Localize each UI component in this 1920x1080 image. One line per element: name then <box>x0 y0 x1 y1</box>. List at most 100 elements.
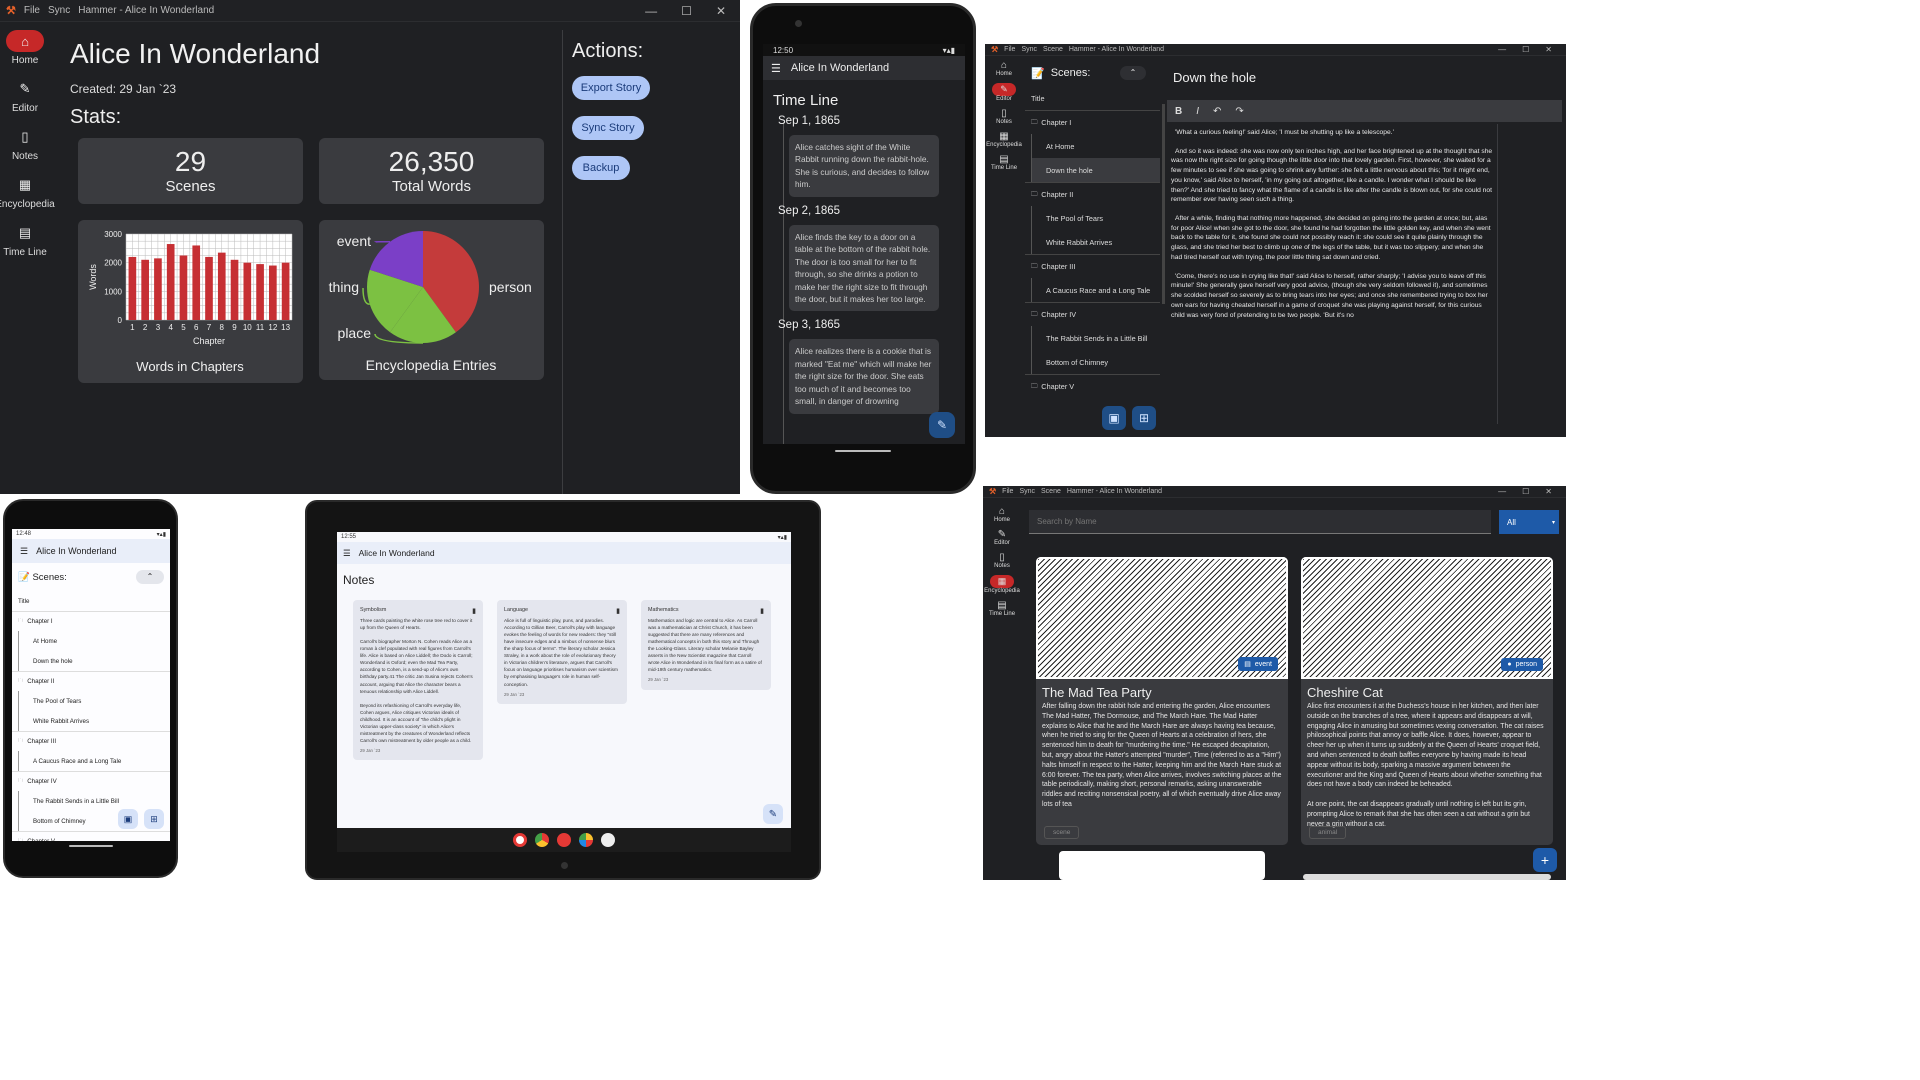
collapse-icon[interactable]: ⌃ <box>1120 66 1146 80</box>
minimize-button[interactable]: — <box>1498 45 1506 54</box>
scene-tree-item[interactable]: 🗀 Chapter III <box>1025 254 1160 278</box>
menu-file[interactable]: File <box>1004 46 1015 53</box>
scene-tree-item[interactable]: White Rabbit Arrives <box>18 711 170 731</box>
add-folder-button[interactable]: ▣ <box>118 809 138 829</box>
note-card[interactable]: Symbolism ▮ Three cards painting the white… <box>353 600 483 761</box>
youtube-icon[interactable] <box>557 833 571 847</box>
nav-home[interactable]: ⌂ Home <box>6 30 44 66</box>
minimize-button[interactable]: — <box>1498 487 1506 496</box>
nav-editor[interactable]: ✎ Editor <box>994 529 1010 546</box>
photos-icon[interactable] <box>579 833 593 847</box>
scene-tree-item[interactable]: Title <box>1025 86 1160 110</box>
scene-tree-item[interactable]: Bottom of Chimney <box>1031 350 1160 374</box>
scene-tree-item[interactable]: The Rabbit Sends in a Little Bill <box>1031 326 1160 350</box>
bold-button[interactable]: B <box>1175 106 1182 117</box>
scene-tree-item[interactable]: A Caucus Race and a Long Tale <box>1031 278 1160 302</box>
nav-notes[interactable]: ▯ Notes <box>6 126 44 162</box>
close-button[interactable]: ✕ <box>716 4 726 18</box>
menu-file[interactable]: File <box>24 5 40 16</box>
scene-tree-item[interactable]: 🗀 Chapter II <box>1025 182 1160 206</box>
encyclopedia-card[interactable]: ▤ event The Mad Tea Party After falling dow… <box>1036 557 1288 845</box>
scene-tree-item[interactable]: 🗀Chapter V <box>1025 374 1160 398</box>
event-card[interactable]: Alice finds the key to a door on a table… <box>789 224 939 312</box>
maximize-button[interactable]: ☐ <box>1522 487 1529 496</box>
nav-timeline[interactable]: ▤ Time Line <box>3 222 47 258</box>
undo-button[interactable]: ↶ <box>1213 106 1221 117</box>
edit-fab[interactable]: ✎ <box>763 804 783 824</box>
maximize-button[interactable]: ☐ <box>681 4 692 18</box>
scene-tree-item[interactable]: At Home <box>18 631 170 651</box>
menu-sync[interactable]: Sync <box>1019 488 1035 495</box>
scene-tree-item[interactable]: The Rabbit Sends in a Little Bill <box>18 791 170 811</box>
trash-icon[interactable]: ▮ <box>760 607 764 618</box>
maximize-button[interactable]: ☐ <box>1522 45 1529 54</box>
menu-icon[interactable]: ☰ <box>20 546 28 557</box>
scene-text-editor[interactable]: 'What a curious feeling!' said Alice; 'I… <box>1171 128 1493 431</box>
scene-tree-item[interactable]: 🗀 Chapter II <box>12 671 170 691</box>
nav-notes[interactable]: ▯ Notes <box>994 552 1010 569</box>
scene-tree-item[interactable]: 🗀 Chapter I <box>1025 110 1160 134</box>
event-card[interactable]: Alice realizes there is a cookie that is… <box>789 339 939 414</box>
menu-icon[interactable]: ☰ <box>343 548 351 559</box>
nav-home[interactable]: ⌂ Home <box>996 60 1012 77</box>
menu-icon[interactable]: ☰ <box>771 62 781 75</box>
menu-scene[interactable]: Scene <box>1043 46 1063 53</box>
nav-encyclopedia[interactable]: ▦ Encyclopedia <box>0 174 55 210</box>
minimize-button[interactable]: — <box>645 4 657 18</box>
tablet-home-button[interactable] <box>561 862 568 869</box>
scene-tree-item[interactable]: 🗀 Chapter III <box>12 731 170 751</box>
nav-editor[interactable]: ✎ Editor <box>992 83 1016 102</box>
search-input[interactable] <box>1029 510 1491 534</box>
redo-button[interactable]: ↷ <box>1235 106 1243 117</box>
trash-icon[interactable]: ▮ <box>472 607 476 618</box>
nav-timeline[interactable]: ▤ Time Line <box>991 154 1017 171</box>
sync-story-button[interactable]: Sync Story <box>572 116 644 140</box>
nav-notes[interactable]: ▯ Notes <box>996 108 1012 125</box>
scene-tree-item[interactable]: White Rabbit Arrives <box>1031 230 1160 254</box>
scene-tree-item[interactable]: 🗀 Chapter IV <box>12 771 170 791</box>
nav-encyclopedia[interactable]: ▦ Encyclopedia <box>986 131 1022 148</box>
menu-scene[interactable]: Scene <box>1041 488 1061 495</box>
close-button[interactable]: ✕ <box>1545 45 1552 54</box>
encyclopedia-card[interactable]: ● person Cheshire Cat Alice first encounter… <box>1301 557 1553 845</box>
collapse-icon[interactable]: ⌃ <box>136 570 164 584</box>
entry-tag[interactable]: scene <box>1044 826 1080 839</box>
nav-home[interactable]: ⌂ Home <box>994 506 1010 523</box>
event-card[interactable]: Alice catches sight of the White Rabbit … <box>789 135 939 197</box>
scene-tree-item[interactable]: At Home <box>1031 134 1160 158</box>
note-card[interactable]: Mathematics ▮ Mathematics and logic are ce… <box>641 600 771 690</box>
gmail-icon[interactable] <box>513 833 527 847</box>
export-story-button[interactable]: Export Story <box>572 76 650 100</box>
note-card[interactable]: Language ▮ Alice is full of linguistic pla… <box>497 600 627 705</box>
entry-tag[interactable]: animal <box>1309 826 1347 839</box>
nav-encyclopedia[interactable]: ▦ Encyclopedia <box>984 575 1020 594</box>
close-button[interactable]: ✕ <box>1545 487 1552 496</box>
nav-timeline[interactable]: ▤ Time Line <box>989 600 1015 617</box>
add-folder-button[interactable]: ▣ <box>1102 406 1126 430</box>
edit-fab[interactable]: ✎ <box>929 412 955 438</box>
editor-scrollbar[interactable] <box>1497 124 1498 424</box>
menu-sync[interactable]: Sync <box>48 5 70 16</box>
scene-tree-item[interactable]: 🗀 Chapter IV <box>1025 302 1160 326</box>
add-entry-button[interactable]: + <box>1533 848 1557 872</box>
nav-editor[interactable]: ✎ Editor <box>6 78 44 114</box>
scene-tree-item[interactable]: Title <box>12 591 170 611</box>
add-scene-button[interactable]: ⊞ <box>1132 406 1156 430</box>
app-drawer-icon[interactable] <box>601 833 615 847</box>
scene-tree-item[interactable]: Down the hole <box>18 651 170 671</box>
menu-file[interactable]: File <box>1002 488 1013 495</box>
scene-tree-item[interactable]: A Caucus Race and a Long Tale <box>18 751 170 771</box>
chrome-icon[interactable] <box>535 833 549 847</box>
scene-tree-item[interactable]: 🗀Chapter V <box>12 831 170 841</box>
filter-select[interactable]: All ▾ <box>1499 510 1559 534</box>
scene-tree-item[interactable]: Down the hole <box>1031 158 1160 182</box>
italic-button[interactable]: I <box>1196 106 1199 117</box>
trash-icon[interactable]: ▮ <box>616 607 620 618</box>
add-scene-button[interactable]: ⊞ <box>144 809 164 829</box>
scene-tree-item[interactable]: The Pool of Tears <box>1031 206 1160 230</box>
backup-button[interactable]: Backup <box>572 156 630 180</box>
scene-tree-item[interactable]: The Pool of Tears <box>18 691 170 711</box>
menu-sync[interactable]: Sync <box>1021 46 1037 53</box>
tree-scrollbar[interactable] <box>1162 104 1165 304</box>
scene-tree-item[interactable]: 🗀 Chapter I <box>12 611 170 631</box>
